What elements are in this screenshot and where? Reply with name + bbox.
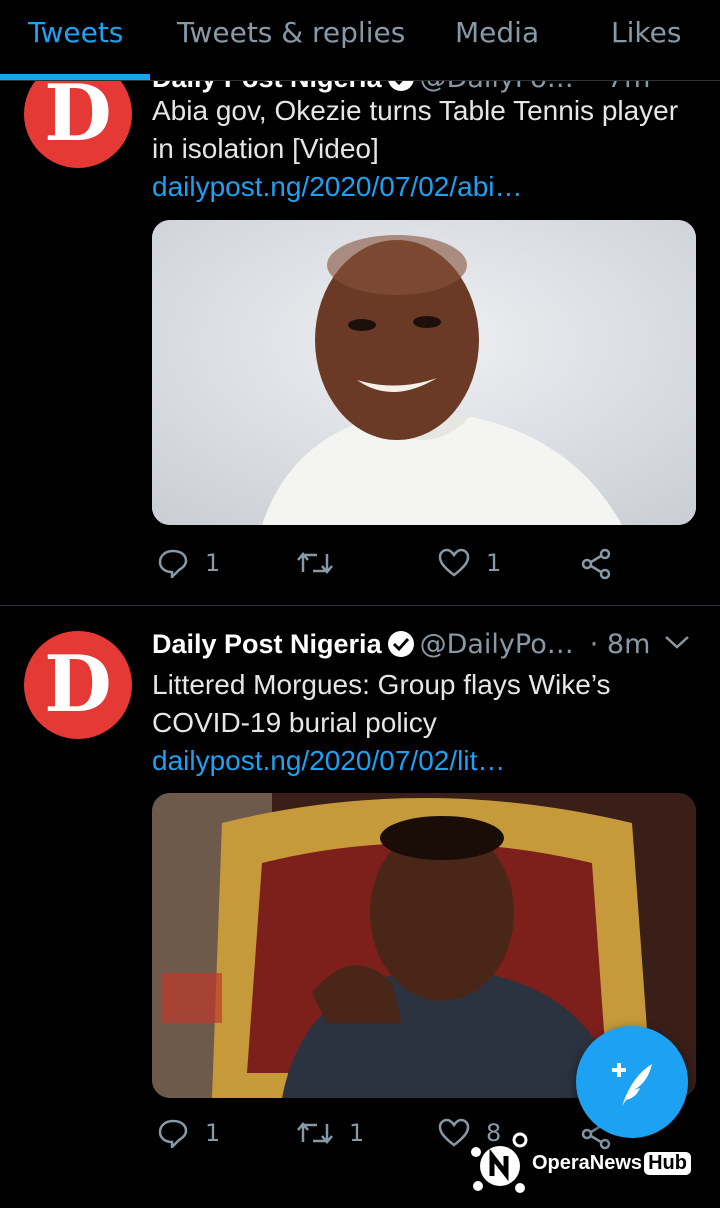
watermark-hub: Hub (644, 1151, 691, 1175)
tab-tweets[interactable]: Tweets (28, 16, 123, 49)
heart-icon (438, 548, 470, 577)
retweet-button[interactable] (297, 548, 349, 578)
like-count: 1 (486, 549, 502, 577)
share-button[interactable] (580, 548, 628, 580)
feather-plus-icon (612, 1063, 652, 1106)
tweet-header: Daily Post Nigeria @DailyPo… · 8m (152, 626, 702, 662)
like-button[interactable]: 1 (438, 548, 501, 578)
share-icon (581, 548, 611, 580)
tweet-time: · 8m (589, 628, 651, 660)
tweet-item[interactable]: D Daily Post Nigeria @DailyPo… · 7m Abia… (0, 60, 720, 605)
operanews-logo-icon (471, 1132, 528, 1193)
reply-icon (158, 1119, 188, 1148)
tweet-text-content: Littered Morgues: Group flays Wike’s COV… (152, 669, 611, 738)
compose-tweet-button[interactable] (576, 1026, 688, 1138)
verified-badge-icon (387, 631, 414, 657)
retweet-count: 1 (349, 1119, 365, 1147)
tweet-image[interactable] (152, 220, 696, 525)
tweet-link[interactable]: dailypost.ng/2020/07/02/abi… (152, 171, 523, 202)
reply-icon (158, 549, 188, 578)
tweet-link[interactable]: dailypost.ng/2020/07/02/lit… (152, 745, 505, 776)
reply-count: 1 (205, 549, 221, 577)
system-nav-bar (0, 1196, 720, 1208)
reply-button[interactable]: 1 (157, 548, 220, 578)
author-handle: @DailyPo… (419, 628, 574, 660)
retweet-icon (297, 552, 333, 574)
avatar[interactable]: D (24, 631, 132, 739)
chevron-down-icon[interactable] (664, 634, 690, 650)
author-name[interactable]: Daily Post Nigeria (152, 629, 382, 660)
tweet-divider (0, 605, 720, 606)
tweet-text: Littered Morgues: Group flays Wike’s COV… (152, 666, 682, 780)
tab-likes[interactable]: Likes (611, 16, 681, 49)
reply-button[interactable]: 1 (157, 1118, 220, 1148)
operanews-watermark: OperaNews Hub (466, 1128, 720, 1198)
tweet-actions: 1 1 (152, 548, 712, 588)
active-tab-indicator (0, 74, 150, 80)
tab-media[interactable]: Media (455, 16, 539, 49)
profile-tabs: Tweets Tweets & replies Media Likes (0, 0, 720, 81)
watermark-brand: OperaNews (532, 1151, 643, 1174)
tab-tweets-and-replies[interactable]: Tweets & replies (177, 16, 405, 49)
reply-count: 1 (205, 1119, 221, 1147)
retweet-icon (297, 1122, 333, 1144)
retweet-button[interactable]: 1 (297, 1118, 364, 1148)
tweet-text-content: Abia gov, Okezie turns Table Tennis play… (152, 95, 679, 164)
tweet-text: Abia gov, Okezie turns Table Tennis play… (152, 92, 682, 206)
